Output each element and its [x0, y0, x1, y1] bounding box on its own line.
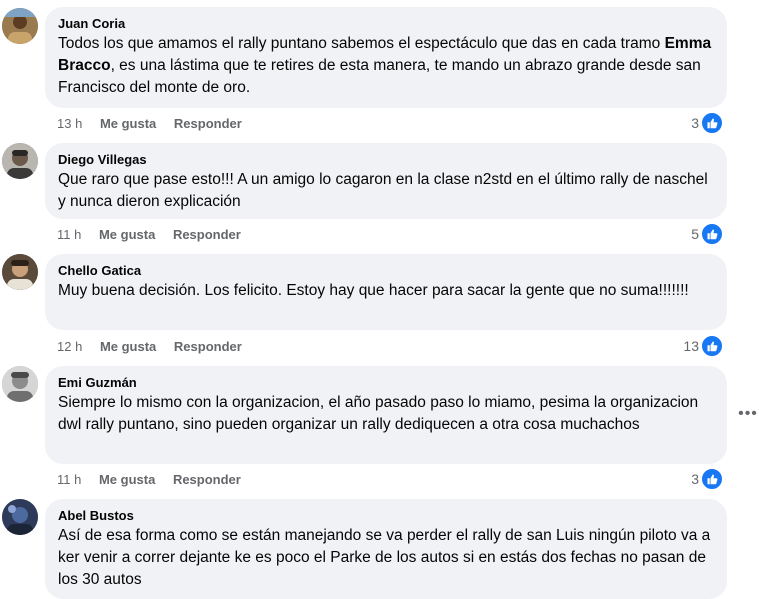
comment-actions: 11 h Me gusta Responder	[57, 472, 241, 488]
avatar[interactable]	[2, 254, 38, 290]
comment-author[interactable]: Juan Coria	[58, 15, 715, 33]
comment-actions: 11 h Me gusta Responder	[57, 227, 241, 243]
more-horizontal-icon[interactable]: •••	[738, 404, 758, 424]
reply-button[interactable]: Responder	[173, 472, 241, 488]
like-icon	[701, 112, 723, 134]
like-icon	[701, 223, 723, 245]
reaction-summary[interactable]: 13	[683, 335, 723, 357]
reaction-summary[interactable]: 3	[691, 468, 723, 490]
comment-text: Que raro que pase esto!!! A un amigo lo …	[58, 171, 708, 210]
comment-author[interactable]: Emi Guzmán	[58, 374, 715, 392]
reaction-count: 13	[683, 338, 699, 354]
comment-author[interactable]: Abel Bustos	[58, 507, 715, 525]
comment-text: Siempre lo mismo con la organizacion, el…	[58, 394, 699, 433]
avatar[interactable]	[2, 8, 38, 44]
comment-time[interactable]: 11 h	[57, 472, 81, 488]
comment-text: Así de esa forma como se están manejando…	[58, 527, 711, 588]
like-button[interactable]: Me gusta	[100, 339, 156, 355]
like-button[interactable]: Me gusta	[99, 227, 155, 243]
like-icon	[701, 468, 723, 490]
like-button[interactable]: Me gusta	[99, 472, 155, 488]
comment-text: Todos los que amamos el rally puntano sa…	[58, 33, 715, 99]
comment-actions: 12 h Me gusta Responder	[57, 339, 242, 355]
reaction-count: 3	[691, 115, 699, 131]
comment-bubble: Diego Villegas Que raro que pase esto!!!…	[45, 143, 727, 219]
reaction-count: 5	[691, 226, 699, 242]
reply-button[interactable]: Responder	[173, 227, 241, 243]
reply-button[interactable]: Responder	[174, 339, 242, 355]
avatar[interactable]	[2, 143, 38, 179]
comment-text-part: Todos los que amamos el rally puntano sa…	[58, 35, 665, 52]
like-icon	[701, 335, 723, 357]
comment-author[interactable]: Chello Gatica	[58, 262, 715, 280]
comment-time[interactable]: 13 h	[57, 116, 82, 132]
like-button[interactable]: Me gusta	[100, 116, 156, 132]
comment-bubble: Juan Coria Todos los que amamos el rally…	[45, 7, 727, 108]
comment-actions: 13 h Me gusta Responder	[57, 116, 242, 132]
reaction-summary[interactable]: 5	[691, 223, 723, 245]
comment-bubble: Chello Gatica Muy buena decisión. Los fe…	[45, 254, 727, 330]
reaction-summary[interactable]: 3	[691, 112, 723, 134]
avatar[interactable]	[2, 499, 38, 535]
comment-bubble: Abel Bustos Así de esa forma como se est…	[45, 499, 727, 599]
reaction-count: 3	[691, 471, 699, 487]
comment-text: Muy buena decisión. Los felicito. Estoy …	[58, 282, 689, 299]
comment-text-part: , es una lástima que te retires de esta …	[58, 57, 701, 96]
avatar[interactable]	[2, 366, 38, 402]
comment-author[interactable]: Diego Villegas	[58, 151, 715, 169]
comment-time[interactable]: 11 h	[57, 227, 81, 243]
comment-bubble: Emi Guzmán Siempre lo mismo con la organ…	[45, 366, 727, 464]
reply-button[interactable]: Responder	[174, 116, 242, 132]
comment-time[interactable]: 12 h	[57, 339, 82, 355]
